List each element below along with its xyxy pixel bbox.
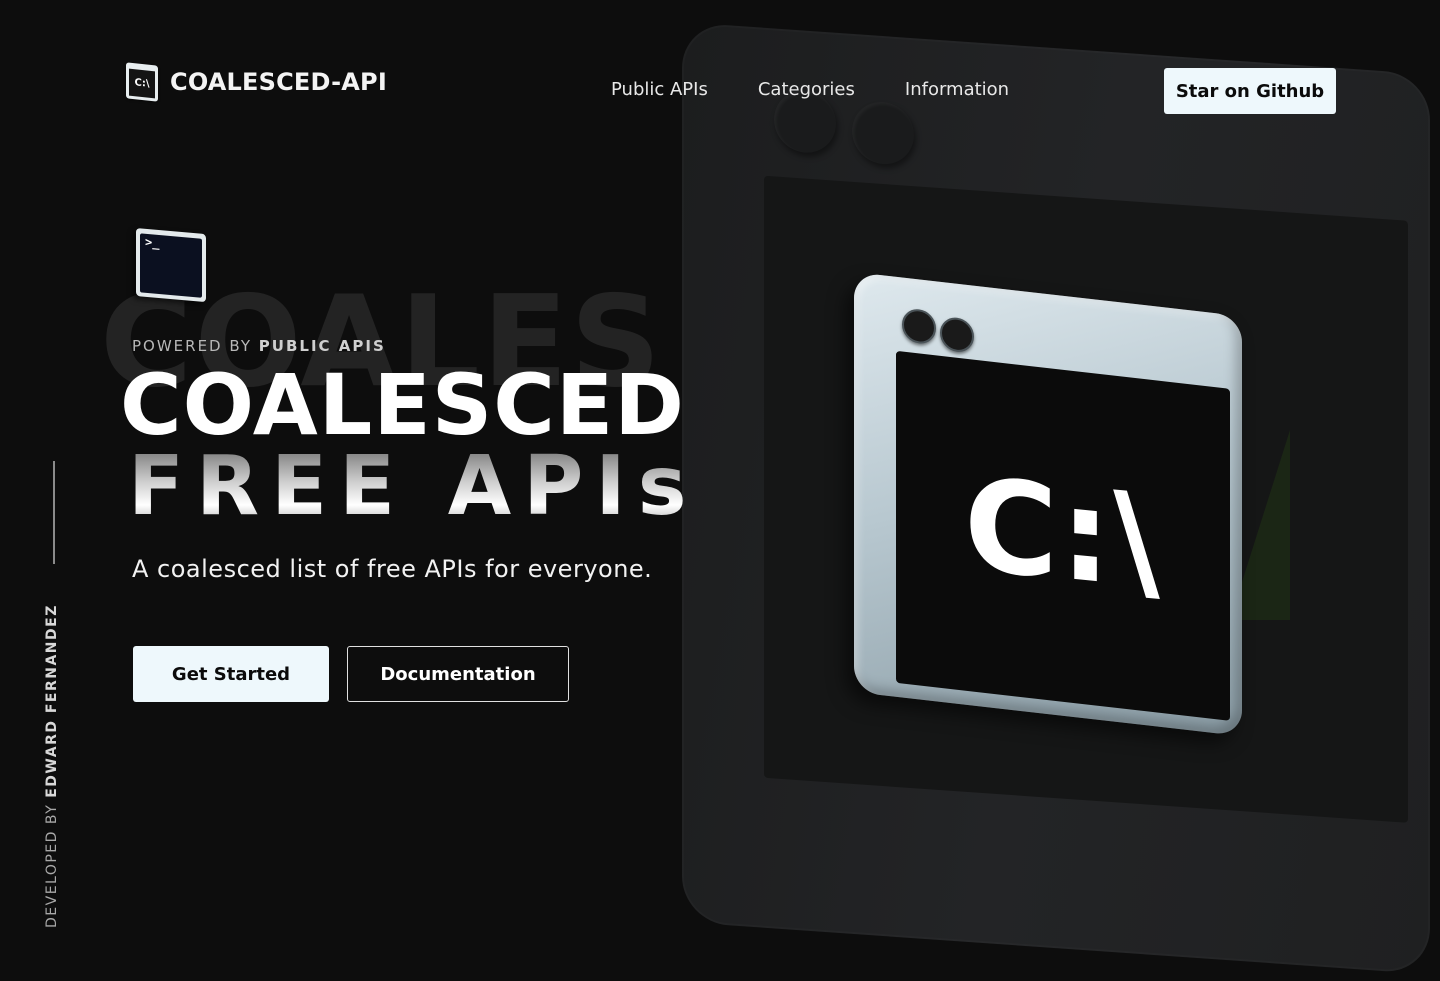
credit-prefix: DEVELOPED BY (44, 803, 60, 928)
window-dot-icon (902, 307, 936, 346)
terminal-text: C:\ (964, 449, 1162, 618)
window-dot-icon (852, 99, 914, 167)
powered-by-label: POWERED BY PUBLIC APIS (132, 337, 386, 355)
developer-credit: DEVELOPED BY EDWARD FERNANDEZ (44, 604, 60, 928)
terminal-window-illustration: C:\ (854, 272, 1242, 737)
window-dot-icon (940, 315, 974, 354)
terminal-prompt-text: >_ (145, 234, 160, 251)
hero-subtitle: FREE APIs (128, 439, 699, 534)
logo-icon-text: C:\ (129, 68, 155, 99)
nav-link-public-apis[interactable]: Public APIs (611, 79, 708, 100)
powered-by-prefix: POWERED BY (132, 337, 253, 355)
documentation-button[interactable]: Documentation (347, 646, 569, 702)
terminal-icon: >_ (136, 228, 206, 303)
nav-link-categories[interactable]: Categories (758, 79, 855, 100)
brand-logo[interactable]: C:\ COALESCED-API (126, 62, 387, 102)
hero-title: COALESCED (120, 356, 685, 454)
nav-link-information[interactable]: Information (905, 79, 1009, 100)
side-divider (53, 461, 55, 564)
terminal-logo-icon: C:\ (126, 62, 158, 102)
landing-page: C:\ C:\ COALESCED-API Public APIs Catego… (0, 0, 1440, 981)
main-nav: Public APIs Categories Information (611, 79, 1059, 100)
credit-name[interactable]: EDWARD FERNANDEZ (44, 604, 60, 798)
terminal-screen: C:\ (896, 350, 1230, 721)
hero-tagline: A coalesced list of free APIs for everyo… (132, 555, 653, 583)
star-on-github-button[interactable]: Star on Github (1164, 68, 1336, 114)
powered-by-name: PUBLIC APIS (258, 337, 386, 355)
get-started-button[interactable]: Get Started (133, 646, 329, 702)
brand-name: COALESCED-API (170, 68, 387, 96)
